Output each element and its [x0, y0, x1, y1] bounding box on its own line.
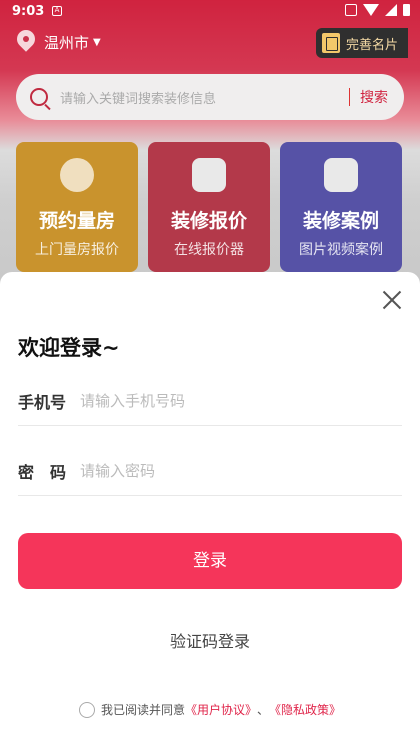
- notification-icon: A: [52, 6, 62, 16]
- chevron-down-icon: ▼: [93, 36, 101, 48]
- tape-measure-icon: [60, 158, 94, 192]
- location-selector[interactable]: 温州市 ▼: [13, 26, 101, 54]
- tile-subtitle: 上门量房报价: [35, 242, 119, 258]
- status-time: 9:03: [12, 4, 45, 19]
- status-icons: [345, 4, 410, 16]
- close-icon[interactable]: [382, 290, 402, 310]
- user-agreement-link[interactable]: 《用户协议》: [185, 701, 257, 718]
- card-icon: [322, 33, 340, 53]
- phone-input[interactable]: [80, 391, 380, 410]
- tile-title: 装修报价: [170, 210, 247, 232]
- complete-card-button[interactable]: 完善名片: [316, 28, 408, 58]
- city-label: 温州市: [44, 33, 90, 52]
- agreement-row: 我已阅读并同意 《用户协议》 、 《隐私政策》: [0, 701, 420, 718]
- location-pin-icon: [13, 26, 39, 54]
- tile-quote[interactable]: 装修报价 在线报价器: [148, 142, 270, 272]
- tile-title: 预约量房: [38, 210, 115, 232]
- search-bar[interactable]: 请输入关键词搜索装修信息 搜索: [16, 74, 404, 120]
- tile-cases[interactable]: 装修案例 图片视频案例: [280, 142, 402, 272]
- image-icon: [324, 158, 358, 192]
- search-icon: [30, 88, 48, 106]
- complete-card-label: 完善名片: [346, 37, 399, 53]
- password-label: 密 码: [18, 462, 67, 482]
- status-bar: 9:03 A: [0, 0, 420, 24]
- feature-tiles: 预约量房 上门量房报价 装修报价 在线报价器 装修案例 图片视频案例: [16, 142, 402, 272]
- calculator-icon: [192, 158, 226, 192]
- signal-icon: [385, 4, 397, 16]
- sms-login-link[interactable]: 验证码登录: [0, 628, 420, 652]
- password-input[interactable]: [80, 461, 380, 480]
- search-button[interactable]: 搜索: [360, 87, 388, 107]
- agreement-separator: 、: [257, 703, 270, 717]
- tile-subtitle: 图片视频案例: [299, 242, 383, 258]
- search-input[interactable]: 请输入关键词搜索装修信息: [60, 88, 349, 107]
- login-sheet: 欢迎登录~ 手机号 密 码 登录 验证码登录 我已阅读并同意 《用户协议》 、 …: [0, 272, 420, 746]
- battery-icon: [403, 4, 410, 16]
- agreement-prefix: 我已阅读并同意: [100, 703, 185, 717]
- vibrate-icon: [345, 4, 357, 16]
- agreement-checkbox[interactable]: [78, 701, 95, 718]
- tile-title: 装修案例: [302, 210, 379, 232]
- wifi-icon: [363, 4, 379, 16]
- password-field: 密 码: [18, 446, 402, 496]
- tile-subtitle: 在线报价器: [174, 242, 244, 258]
- login-button[interactable]: 登录: [18, 533, 402, 589]
- phone-label: 手机号: [18, 392, 67, 412]
- welcome-title: 欢迎登录~: [18, 336, 120, 360]
- privacy-policy-link[interactable]: 《隐私政策》: [269, 701, 341, 718]
- phone-field: 手机号: [18, 376, 402, 426]
- search-divider: [349, 88, 350, 106]
- tile-measure[interactable]: 预约量房 上门量房报价: [16, 142, 138, 272]
